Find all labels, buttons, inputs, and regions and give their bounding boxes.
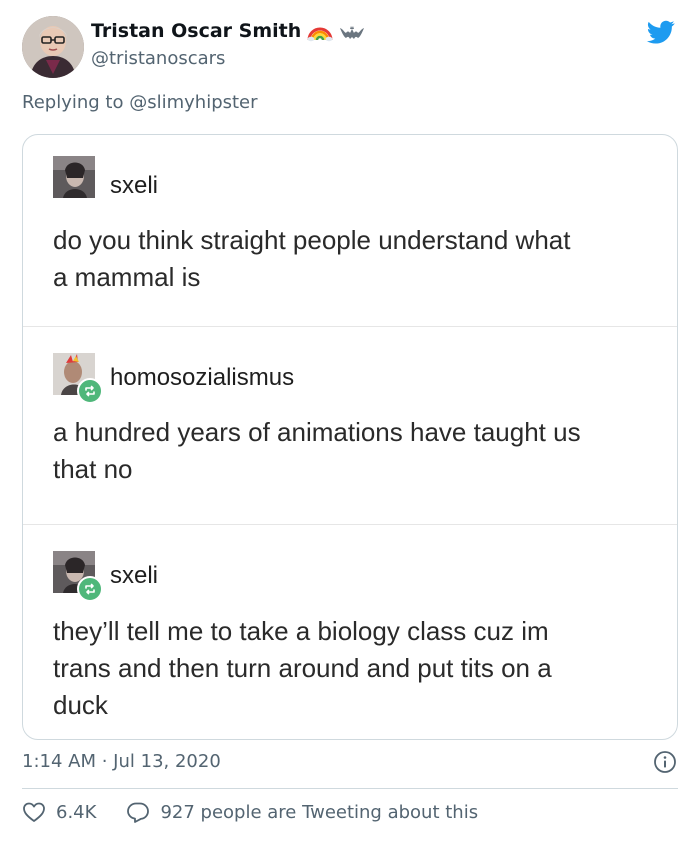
post-text-line: do you think straight people understand … (53, 225, 571, 255)
tweet-date[interactable]: Jul 13, 2020 (113, 751, 221, 772)
post-text-line: a mammal is (53, 262, 201, 292)
author-display-name[interactable]: Tristan Oscar Smith (91, 20, 301, 42)
tumblr-post: homosozialismus a hundred years of anima… (23, 326, 677, 524)
reblog-icon (77, 576, 103, 602)
tweet-actions: 6.4K 927 people are Tweeting about this (22, 801, 508, 823)
post-username: sxeli (110, 562, 159, 589)
tumblr-post: sxeli they’ll tell me to take a biology … (23, 524, 677, 739)
post-text: a hundred years of animations have taugh… (53, 414, 663, 488)
reply-mention-link[interactable]: @slimyhipster (129, 92, 257, 113)
heart-icon (23, 802, 45, 822)
conversation-button[interactable]: 927 people are Tweeting about this (126, 801, 478, 823)
bat-emoji (339, 20, 365, 42)
author-handle[interactable]: @tristanoscars (91, 48, 225, 69)
post-text: do you think straight people understand … (53, 222, 663, 296)
post-text-line: duck (53, 690, 108, 720)
post-text: they’ll tell me to take a biology class … (53, 613, 663, 724)
replying-prefix: Replying to (22, 92, 124, 113)
speech-bubble-icon (127, 802, 150, 823)
tweet-timestamp[interactable]: 1:14 AM · Jul 13, 2020 (22, 751, 221, 772)
post-username: homosozialismus (110, 364, 295, 391)
post-text-line: that no (53, 454, 133, 484)
timestamp-separator: · (96, 751, 114, 772)
tweet: Tristan Oscar Smith @tristanoscars Reply… (0, 0, 700, 843)
twitter-bird-icon[interactable] (645, 18, 677, 46)
post-text-line: trans and then turn around and put tits … (53, 653, 552, 683)
post-text-line: a hundred years of animations have taugh… (53, 417, 581, 447)
post-username: sxeli (110, 172, 159, 199)
divider (22, 788, 678, 789)
rainbow-emoji (307, 20, 333, 42)
author-name-row[interactable]: Tristan Oscar Smith (91, 20, 365, 42)
conversation-label: 927 people are Tweeting about this (160, 801, 479, 823)
like-count: 6.4K (56, 801, 97, 823)
like-button[interactable]: 6.4K (22, 801, 96, 823)
reblog-icon (77, 378, 103, 404)
replying-to: Replying to @slimyhipster (22, 92, 258, 113)
tumblr-post: sxeli do you think straight people under… (23, 135, 677, 326)
info-icon[interactable] (653, 750, 677, 774)
post-avatar (53, 156, 95, 198)
author-avatar[interactable] (22, 16, 84, 78)
tweet-time[interactable]: 1:14 AM (22, 751, 96, 772)
embedded-image[interactable]: sxeli do you think straight people under… (22, 134, 678, 740)
post-text-line: they’ll tell me to take a biology class … (53, 616, 549, 646)
